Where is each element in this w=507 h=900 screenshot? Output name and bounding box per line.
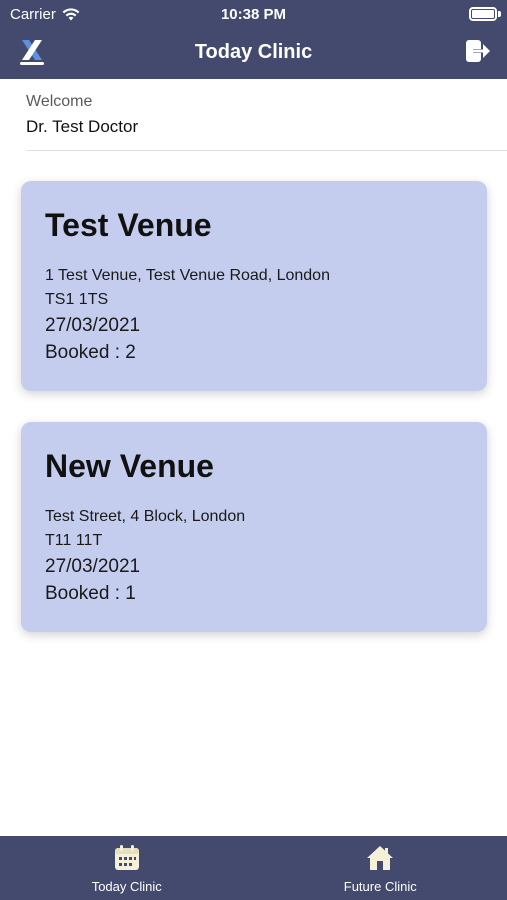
venue-booked-count: Booked : 1 (45, 583, 136, 604)
venue-address-line1: Test Street, 4 Block, London (45, 508, 246, 525)
status-time: 10:38 PM (220, 6, 287, 23)
home-icon (367, 846, 394, 870)
venue-name: Test Venue (45, 207, 212, 243)
tab-bar: Today Clinic Future Clinic (0, 836, 507, 900)
welcome-label: Welcome (26, 93, 93, 110)
tab-future-clinic[interactable]: Future Clinic (254, 836, 507, 900)
venue-card[interactable]: Test Venue 1 Test Venue, Test Venue Road… (21, 181, 487, 391)
screen: Carrier 10:38 PM Today Clinic Welcome Dr… (0, 0, 507, 900)
nav-bar: Today Clinic (0, 28, 507, 79)
doctor-name: Dr. Test Doctor (26, 117, 139, 136)
welcome-section: Welcome Dr. Test Doctor (26, 93, 507, 151)
battery-tip (498, 11, 501, 17)
top-bar: Carrier 10:38 PM Today Clinic (0, 0, 507, 79)
tab-label: Future Clinic (343, 879, 417, 894)
battery-icon (469, 7, 497, 21)
venue-date: 27/03/2021 (45, 556, 141, 577)
venue-booked-count: Booked : 2 (45, 342, 136, 363)
status-bar: Carrier 10:38 PM (0, 0, 507, 28)
page-title: Today Clinic (194, 41, 313, 63)
venue-date: 27/03/2021 (45, 315, 141, 336)
calendar-icon (114, 845, 139, 870)
tab-today-clinic[interactable]: Today Clinic (0, 836, 254, 900)
venue-name: New Venue (45, 448, 214, 484)
venue-postcode: TS1 1TS (45, 291, 109, 308)
tab-label: Today Clinic (91, 879, 162, 894)
venue-postcode: T11 11T (45, 532, 103, 549)
venue-address-line1: 1 Test Venue, Test Venue Road, London (45, 267, 330, 284)
logout-icon[interactable] (465, 39, 491, 63)
venue-card[interactable]: New Venue Test Street, 4 Block, London T… (21, 422, 487, 632)
